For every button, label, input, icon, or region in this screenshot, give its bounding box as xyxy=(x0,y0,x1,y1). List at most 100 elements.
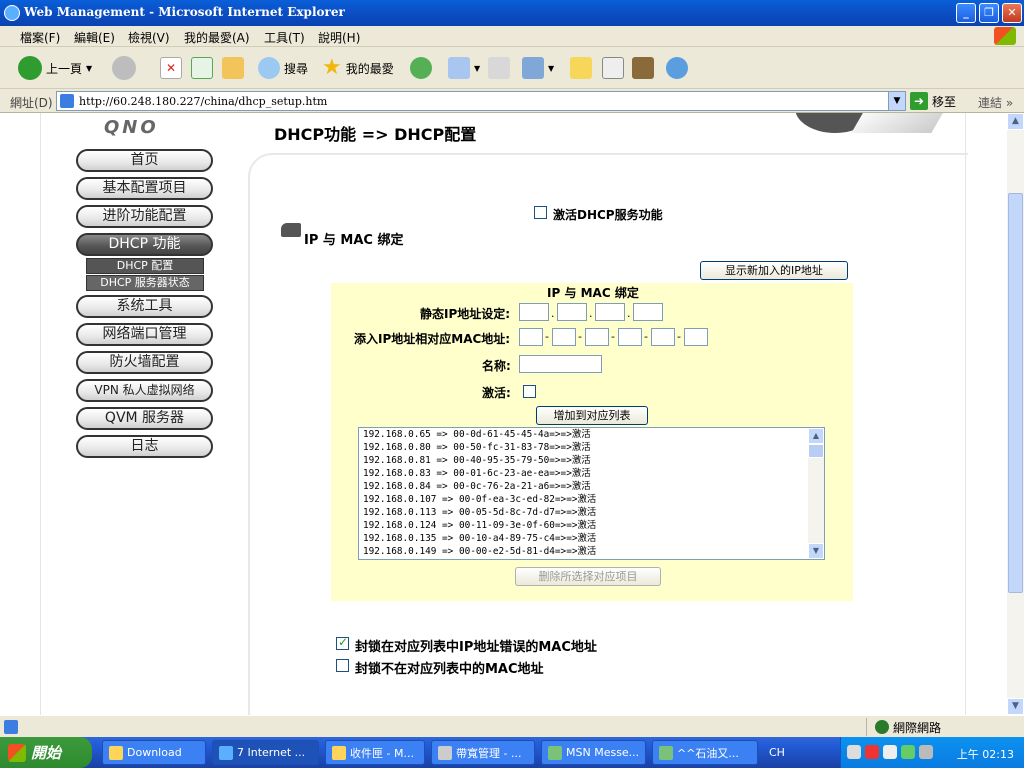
address-url[interactable]: http://60.248.180.227/china/dhcp_setup.h… xyxy=(79,95,327,108)
list-item[interactable]: 192.168.0.80 => 00-50-fc-31-83-78=>=>激活 xyxy=(359,441,824,454)
nav-port-management[interactable]: 网络端口管理 xyxy=(76,323,213,346)
menu-view[interactable]: 檢視(V) xyxy=(128,29,170,46)
task-download[interactable]: Download xyxy=(102,740,206,765)
tray-icon[interactable] xyxy=(865,745,879,759)
home-button[interactable] xyxy=(222,53,244,83)
refresh-button[interactable] xyxy=(191,53,213,83)
nav-dhcp[interactable]: DHCP 功能 xyxy=(76,233,213,256)
mac-field-6[interactable] xyxy=(684,328,708,346)
mail-dropdown-icon[interactable]: ▼ xyxy=(474,64,480,73)
favorites-button[interactable]: ★ 我的最愛 xyxy=(322,53,394,83)
mac-dash: - xyxy=(677,330,681,343)
nav-basic-config[interactable]: 基本配置项目 xyxy=(76,177,213,200)
mac-dash: - xyxy=(644,330,648,343)
task-inbox[interactable]: 收件匣 - M... xyxy=(325,740,425,765)
list-item[interactable]: 192.168.0.81 => 00-40-95-35-79-50=>=>激活 xyxy=(359,454,824,467)
start-button[interactable]: 開始 xyxy=(0,737,92,768)
address-input[interactable]: http://60.248.180.227/china/dhcp_setup.h… xyxy=(56,91,906,111)
links-button[interactable]: 連結 » xyxy=(978,94,1013,111)
nav-system-tools[interactable]: 系统工具 xyxy=(76,295,213,318)
edit-button[interactable]: ▼ xyxy=(522,53,554,83)
static-ip-label: 静态IP地址设定: xyxy=(420,307,511,321)
nav-qvm-server[interactable]: QVM 服务器 xyxy=(76,407,213,430)
messenger-button[interactable] xyxy=(666,53,688,83)
history-button[interactable] xyxy=(410,53,432,83)
task-chat[interactable]: ^^石油又... xyxy=(652,740,758,765)
nav-log[interactable]: 日志 xyxy=(76,435,213,458)
scroll-down-icon[interactable]: ▼ xyxy=(1007,698,1024,715)
go-button[interactable]: ➜ 移至 xyxy=(910,92,956,110)
network-icon[interactable] xyxy=(919,745,933,759)
list-scrollbar[interactable]: ▲ ▼ xyxy=(808,428,824,559)
list-scroll-thumb[interactable] xyxy=(808,444,824,458)
name-field[interactable] xyxy=(519,355,602,373)
task-msn[interactable]: MSN Messe... xyxy=(541,740,646,765)
ip-octet-1[interactable] xyxy=(519,303,549,321)
binding-list[interactable]: 192.168.0.65 => 00-0d-61-45-45-4a=>=>激活 … xyxy=(358,427,825,560)
mac-field-1[interactable] xyxy=(519,328,543,346)
ip-octet-4[interactable] xyxy=(633,303,663,321)
add-to-list-button[interactable]: 增加到对应列表 xyxy=(536,406,648,425)
menu-file[interactable]: 檔案(F) xyxy=(20,29,60,46)
list-item[interactable]: 192.168.0.149 => 00-00-e2-5d-81-d4=>=>激活 xyxy=(359,545,824,558)
discuss-button[interactable] xyxy=(570,53,592,83)
show-new-ip-button[interactable]: 显示新加入的IP地址 xyxy=(700,261,848,280)
maximize-button[interactable]: ❐ xyxy=(979,3,999,23)
menu-edit[interactable]: 編輯(E) xyxy=(74,29,115,46)
mail-button[interactable]: ▼ xyxy=(448,53,480,83)
ip-octet-2[interactable] xyxy=(557,303,587,321)
delete-selected-button[interactable]: 删除所选择对应项目 xyxy=(515,567,661,586)
task-internet-explorer[interactable]: 7 Internet ... xyxy=(212,740,319,765)
address-dropdown-icon[interactable]: ▼ xyxy=(888,92,905,110)
stop-button[interactable]: ✕ xyxy=(160,53,182,83)
list-item[interactable]: 192.168.0.83 => 00-01-6c-23-ae-ea=>=>激活 xyxy=(359,467,824,480)
list-item[interactable]: 192.168.0.124 => 00-11-09-3e-0f-60=>=>激活 xyxy=(359,519,824,532)
nav-home[interactable]: 首页 xyxy=(76,149,213,172)
scroll-up-icon[interactable]: ▲ xyxy=(808,428,824,444)
mac-field-5[interactable] xyxy=(651,328,675,346)
title-bar: Web Management - Microsoft Internet Expl… xyxy=(0,0,1024,26)
nav-advanced-config[interactable]: 进阶功能配置 xyxy=(76,205,213,228)
list-item[interactable]: 192.168.0.65 => 00-0d-61-45-45-4a=>=>激活 xyxy=(359,428,824,441)
edit-dropdown-icon[interactable]: ▼ xyxy=(548,64,554,73)
nav-firewall[interactable]: 防火墙配置 xyxy=(76,351,213,374)
nav-vpn[interactable]: VPN 私人虚拟网络 xyxy=(76,379,213,402)
search-icon xyxy=(258,57,280,79)
forward-button[interactable] xyxy=(112,53,136,83)
language-indicator[interactable]: CH xyxy=(769,746,785,759)
lock-wrong-mac-checkbox[interactable] xyxy=(336,635,349,650)
page-scrollbar[interactable]: ▲ ▼ xyxy=(1007,113,1024,715)
back-button[interactable]: 上一頁 ▼ xyxy=(18,53,92,83)
tray-icon[interactable] xyxy=(847,745,861,759)
scroll-down-icon[interactable]: ▼ xyxy=(808,543,824,559)
back-dropdown-icon[interactable]: ▼ xyxy=(86,64,92,73)
scroll-thumb[interactable] xyxy=(1008,193,1023,593)
task-bandwidth[interactable]: 帶寬管理 - ... xyxy=(431,740,535,765)
search-button[interactable]: 搜尋 xyxy=(258,53,308,83)
scroll-up-icon[interactable]: ▲ xyxy=(1007,113,1024,130)
enable-dhcp-checkbox[interactable] xyxy=(534,206,547,219)
subnav-dhcp-status[interactable]: DHCP 服务器状态 xyxy=(86,275,204,291)
mac-field-4[interactable] xyxy=(618,328,642,346)
print-button[interactable] xyxy=(488,53,510,83)
menu-tools[interactable]: 工具(T) xyxy=(264,29,305,46)
research-button[interactable] xyxy=(602,53,624,83)
mac-field-3[interactable] xyxy=(585,328,609,346)
tray-icon[interactable] xyxy=(883,745,897,759)
ip-octet-3[interactable] xyxy=(595,303,625,321)
media-button[interactable] xyxy=(632,53,654,83)
subnav-dhcp-config[interactable]: DHCP 配置 xyxy=(86,258,204,274)
menu-favorites[interactable]: 我的最愛(A) xyxy=(184,29,250,46)
lock-unlisted-mac-checkbox[interactable] xyxy=(336,659,349,672)
list-item[interactable]: 192.168.0.135 => 00-10-a4-89-75-c4=>=>激活 xyxy=(359,532,824,545)
menu-help[interactable]: 說明(H) xyxy=(318,29,360,46)
minimize-button[interactable]: _ xyxy=(956,3,976,23)
mac-field-2[interactable] xyxy=(552,328,576,346)
activate-checkbox[interactable] xyxy=(523,385,536,398)
list-item[interactable]: 192.168.0.84 => 00-0c-76-2a-21-a6=>=>激活 xyxy=(359,480,824,493)
tray-icon[interactable] xyxy=(901,745,915,759)
list-item[interactable]: 192.168.0.113 => 00-05-5d-8c-7d-d7=>=>激活 xyxy=(359,506,824,519)
list-item[interactable]: 192.168.0.107 => 00-0f-ea-3c-ed-82=>=>激活 xyxy=(359,493,824,506)
mail-icon xyxy=(448,57,470,79)
close-button[interactable]: ✕ xyxy=(1002,3,1022,23)
